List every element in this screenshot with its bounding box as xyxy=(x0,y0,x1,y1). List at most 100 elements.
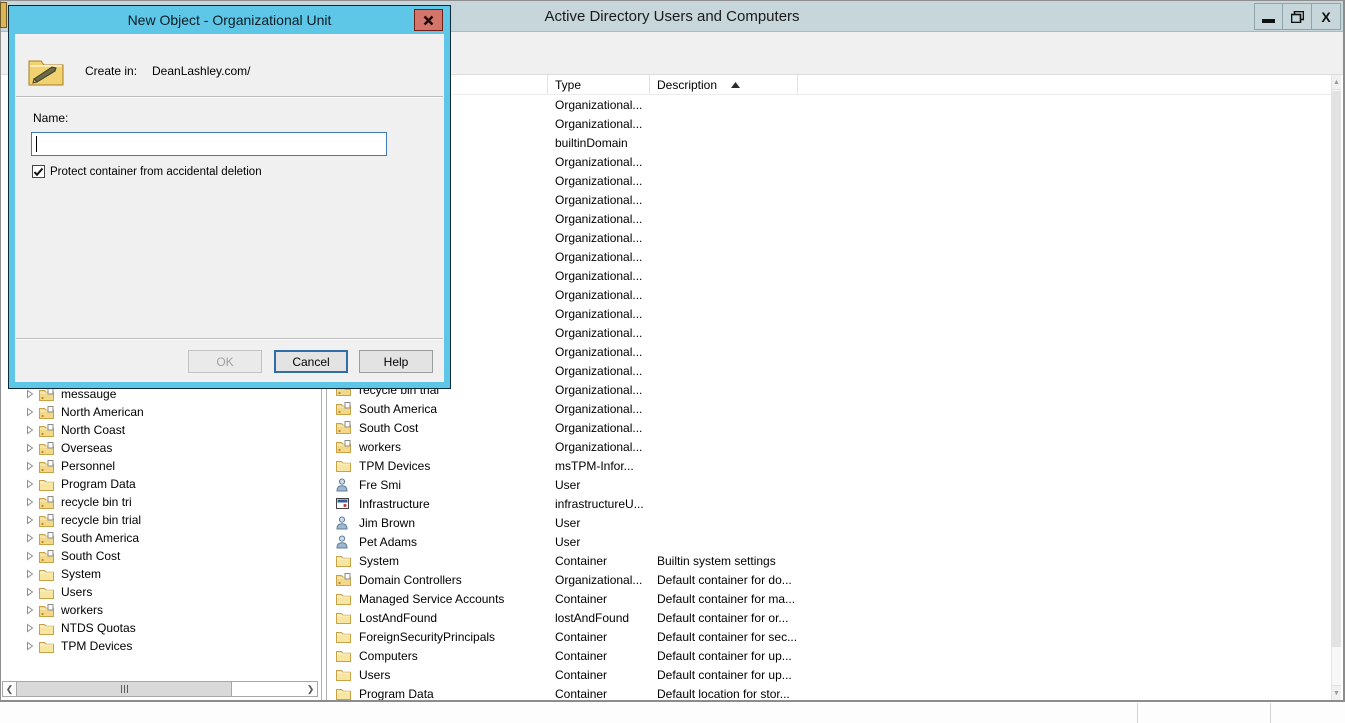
table-row[interactable]: Organizational... xyxy=(327,190,1331,209)
table-row[interactable]: Organizational... xyxy=(327,171,1331,190)
object-type: Organizational... xyxy=(548,421,650,435)
scroll-right-icon[interactable]: ❯ xyxy=(304,682,317,696)
table-row[interactable]: TPM Devices msTPM-Infor... xyxy=(327,456,1331,475)
object-type: Organizational... xyxy=(548,573,650,587)
tree-item[interactable]: Overseas xyxy=(1,439,321,457)
expand-arrow-icon[interactable] xyxy=(25,497,35,507)
table-row[interactable]: System Container Builtin system settings xyxy=(327,551,1331,570)
table-row[interactable]: Organizational... xyxy=(327,209,1331,228)
object-type: Organizational... xyxy=(548,288,650,302)
dialog-titlebar[interactable]: New Object - Organizational Unit xyxy=(9,6,450,34)
table-row[interactable]: Program Data Container Default location … xyxy=(327,684,1331,700)
object-name: Domain Controllers xyxy=(359,573,462,587)
create-in-label: Create in: xyxy=(85,64,137,78)
expand-arrow-icon[interactable] xyxy=(25,551,35,561)
tree-item[interactable]: recycle bin tri xyxy=(1,493,321,511)
table-row[interactable]: Jim Brown User xyxy=(327,513,1331,532)
object-type: infrastructureU... xyxy=(548,497,650,511)
scrollbar-thumb[interactable] xyxy=(16,682,232,696)
tree-item[interactable]: workers xyxy=(1,601,321,619)
restore-button[interactable] xyxy=(1283,3,1312,30)
scroll-left-icon[interactable]: ❮ xyxy=(3,682,16,696)
tree-item[interactable]: Personnel xyxy=(1,457,321,475)
object-name: ForeignSecurityPrincipals xyxy=(359,630,495,644)
expand-arrow-icon[interactable] xyxy=(25,533,35,543)
scroll-up-icon[interactable]: ▲ xyxy=(1332,75,1341,90)
name-input[interactable] xyxy=(31,132,387,156)
scrollbar-track[interactable] xyxy=(232,682,304,696)
expand-arrow-icon[interactable] xyxy=(25,623,35,633)
table-row[interactable]: Organizational... xyxy=(327,304,1331,323)
table-row[interactable]: Organizational... xyxy=(327,95,1331,114)
expand-arrow-icon[interactable] xyxy=(25,515,35,525)
object-type: Organizational... xyxy=(548,440,650,454)
table-row[interactable]: Organizational... xyxy=(327,152,1331,171)
object-type: Organizational... xyxy=(548,307,650,321)
expand-arrow-icon[interactable] xyxy=(25,443,35,453)
table-row[interactable]: Fre Smi User xyxy=(327,475,1331,494)
tree-item[interactable]: Users xyxy=(1,583,321,601)
expand-arrow-icon[interactable] xyxy=(25,641,35,651)
expand-arrow-icon[interactable] xyxy=(25,587,35,597)
table-row[interactable]: Domain Controllers Organizational... Def… xyxy=(327,570,1331,589)
table-row[interactable]: recycle bin trial Organizational... xyxy=(327,380,1331,399)
table-row[interactable]: Computers Container Default container fo… xyxy=(327,646,1331,665)
divider xyxy=(1137,703,1138,723)
table-row[interactable]: Infrastructure infrastructureU... xyxy=(327,494,1331,513)
cancel-button[interactable]: Cancel xyxy=(274,350,348,373)
minimize-button[interactable] xyxy=(1254,3,1283,30)
table-row[interactable]: Organizational... xyxy=(327,361,1331,380)
tree-horizontal-scrollbar[interactable]: ❮ ❯ xyxy=(2,681,318,697)
tree-item[interactable]: recycle bin trial xyxy=(1,511,321,529)
scroll-down-icon[interactable]: ▼ xyxy=(1332,685,1341,700)
table-row[interactable]: Organizational... xyxy=(327,323,1331,342)
table-row[interactable]: Organizational... xyxy=(327,266,1331,285)
ok-button[interactable]: OK xyxy=(188,350,262,373)
object-type: User xyxy=(548,478,650,492)
ou-folder-icon xyxy=(39,460,55,473)
tree-item[interactable]: North Coast xyxy=(1,421,321,439)
expand-arrow-icon[interactable] xyxy=(25,605,35,615)
close-icon: X xyxy=(1321,9,1330,25)
table-row[interactable]: Users Container Default container for up… xyxy=(327,665,1331,684)
folder-icon xyxy=(39,622,55,635)
table-row[interactable]: Organizational... xyxy=(327,247,1331,266)
table-row[interactable]: Organizational... xyxy=(327,228,1331,247)
tree-item[interactable]: Program Data xyxy=(1,475,321,493)
table-row[interactable]: workers Organizational... xyxy=(327,437,1331,456)
table-row[interactable]: South America Organizational... xyxy=(327,399,1331,418)
expand-arrow-icon[interactable] xyxy=(25,425,35,435)
table-row[interactable]: Organizational... xyxy=(327,114,1331,133)
name-label: Name: xyxy=(33,111,68,125)
close-button[interactable]: X xyxy=(1312,3,1341,30)
table-row[interactable]: South Cost Organizational... xyxy=(327,418,1331,437)
table-row[interactable]: Pet Adams User xyxy=(327,532,1331,551)
tree-item[interactable]: North American xyxy=(1,403,321,421)
protect-checkbox[interactable] xyxy=(32,165,45,178)
dialog-close-button[interactable] xyxy=(414,9,443,31)
table-row[interactable]: builtinDomain xyxy=(327,133,1331,152)
table-row[interactable]: LostAndFound lostAndFound Default contai… xyxy=(327,608,1331,627)
table-row[interactable]: ForeignSecurityPrincipals Container Defa… xyxy=(327,627,1331,646)
expand-arrow-icon[interactable] xyxy=(25,389,35,399)
expand-arrow-icon[interactable] xyxy=(25,461,35,471)
bottom-strip xyxy=(0,703,1345,723)
column-header-type[interactable]: Type xyxy=(548,75,650,94)
table-row[interactable]: Organizational... xyxy=(327,342,1331,361)
folder-icon xyxy=(336,459,352,473)
tree-item[interactable]: South Cost xyxy=(1,547,321,565)
column-header-description[interactable]: Description xyxy=(650,75,798,94)
list-vertical-scrollbar[interactable]: ▲ ▼ xyxy=(1331,75,1341,700)
folder-icon xyxy=(336,687,352,701)
expand-arrow-icon[interactable] xyxy=(25,569,35,579)
tree-item[interactable]: South America xyxy=(1,529,321,547)
table-row[interactable]: Managed Service Accounts Container Defau… xyxy=(327,589,1331,608)
tree-item[interactable]: NTDS Quotas xyxy=(1,619,321,637)
expand-arrow-icon[interactable] xyxy=(25,407,35,417)
help-button[interactable]: Help xyxy=(359,350,433,373)
tree-item[interactable]: TPM Devices xyxy=(1,637,321,655)
scrollbar-thumb[interactable] xyxy=(1332,91,1341,647)
expand-arrow-icon[interactable] xyxy=(25,479,35,489)
tree-item[interactable]: System xyxy=(1,565,321,583)
table-row[interactable]: Organizational... xyxy=(327,285,1331,304)
